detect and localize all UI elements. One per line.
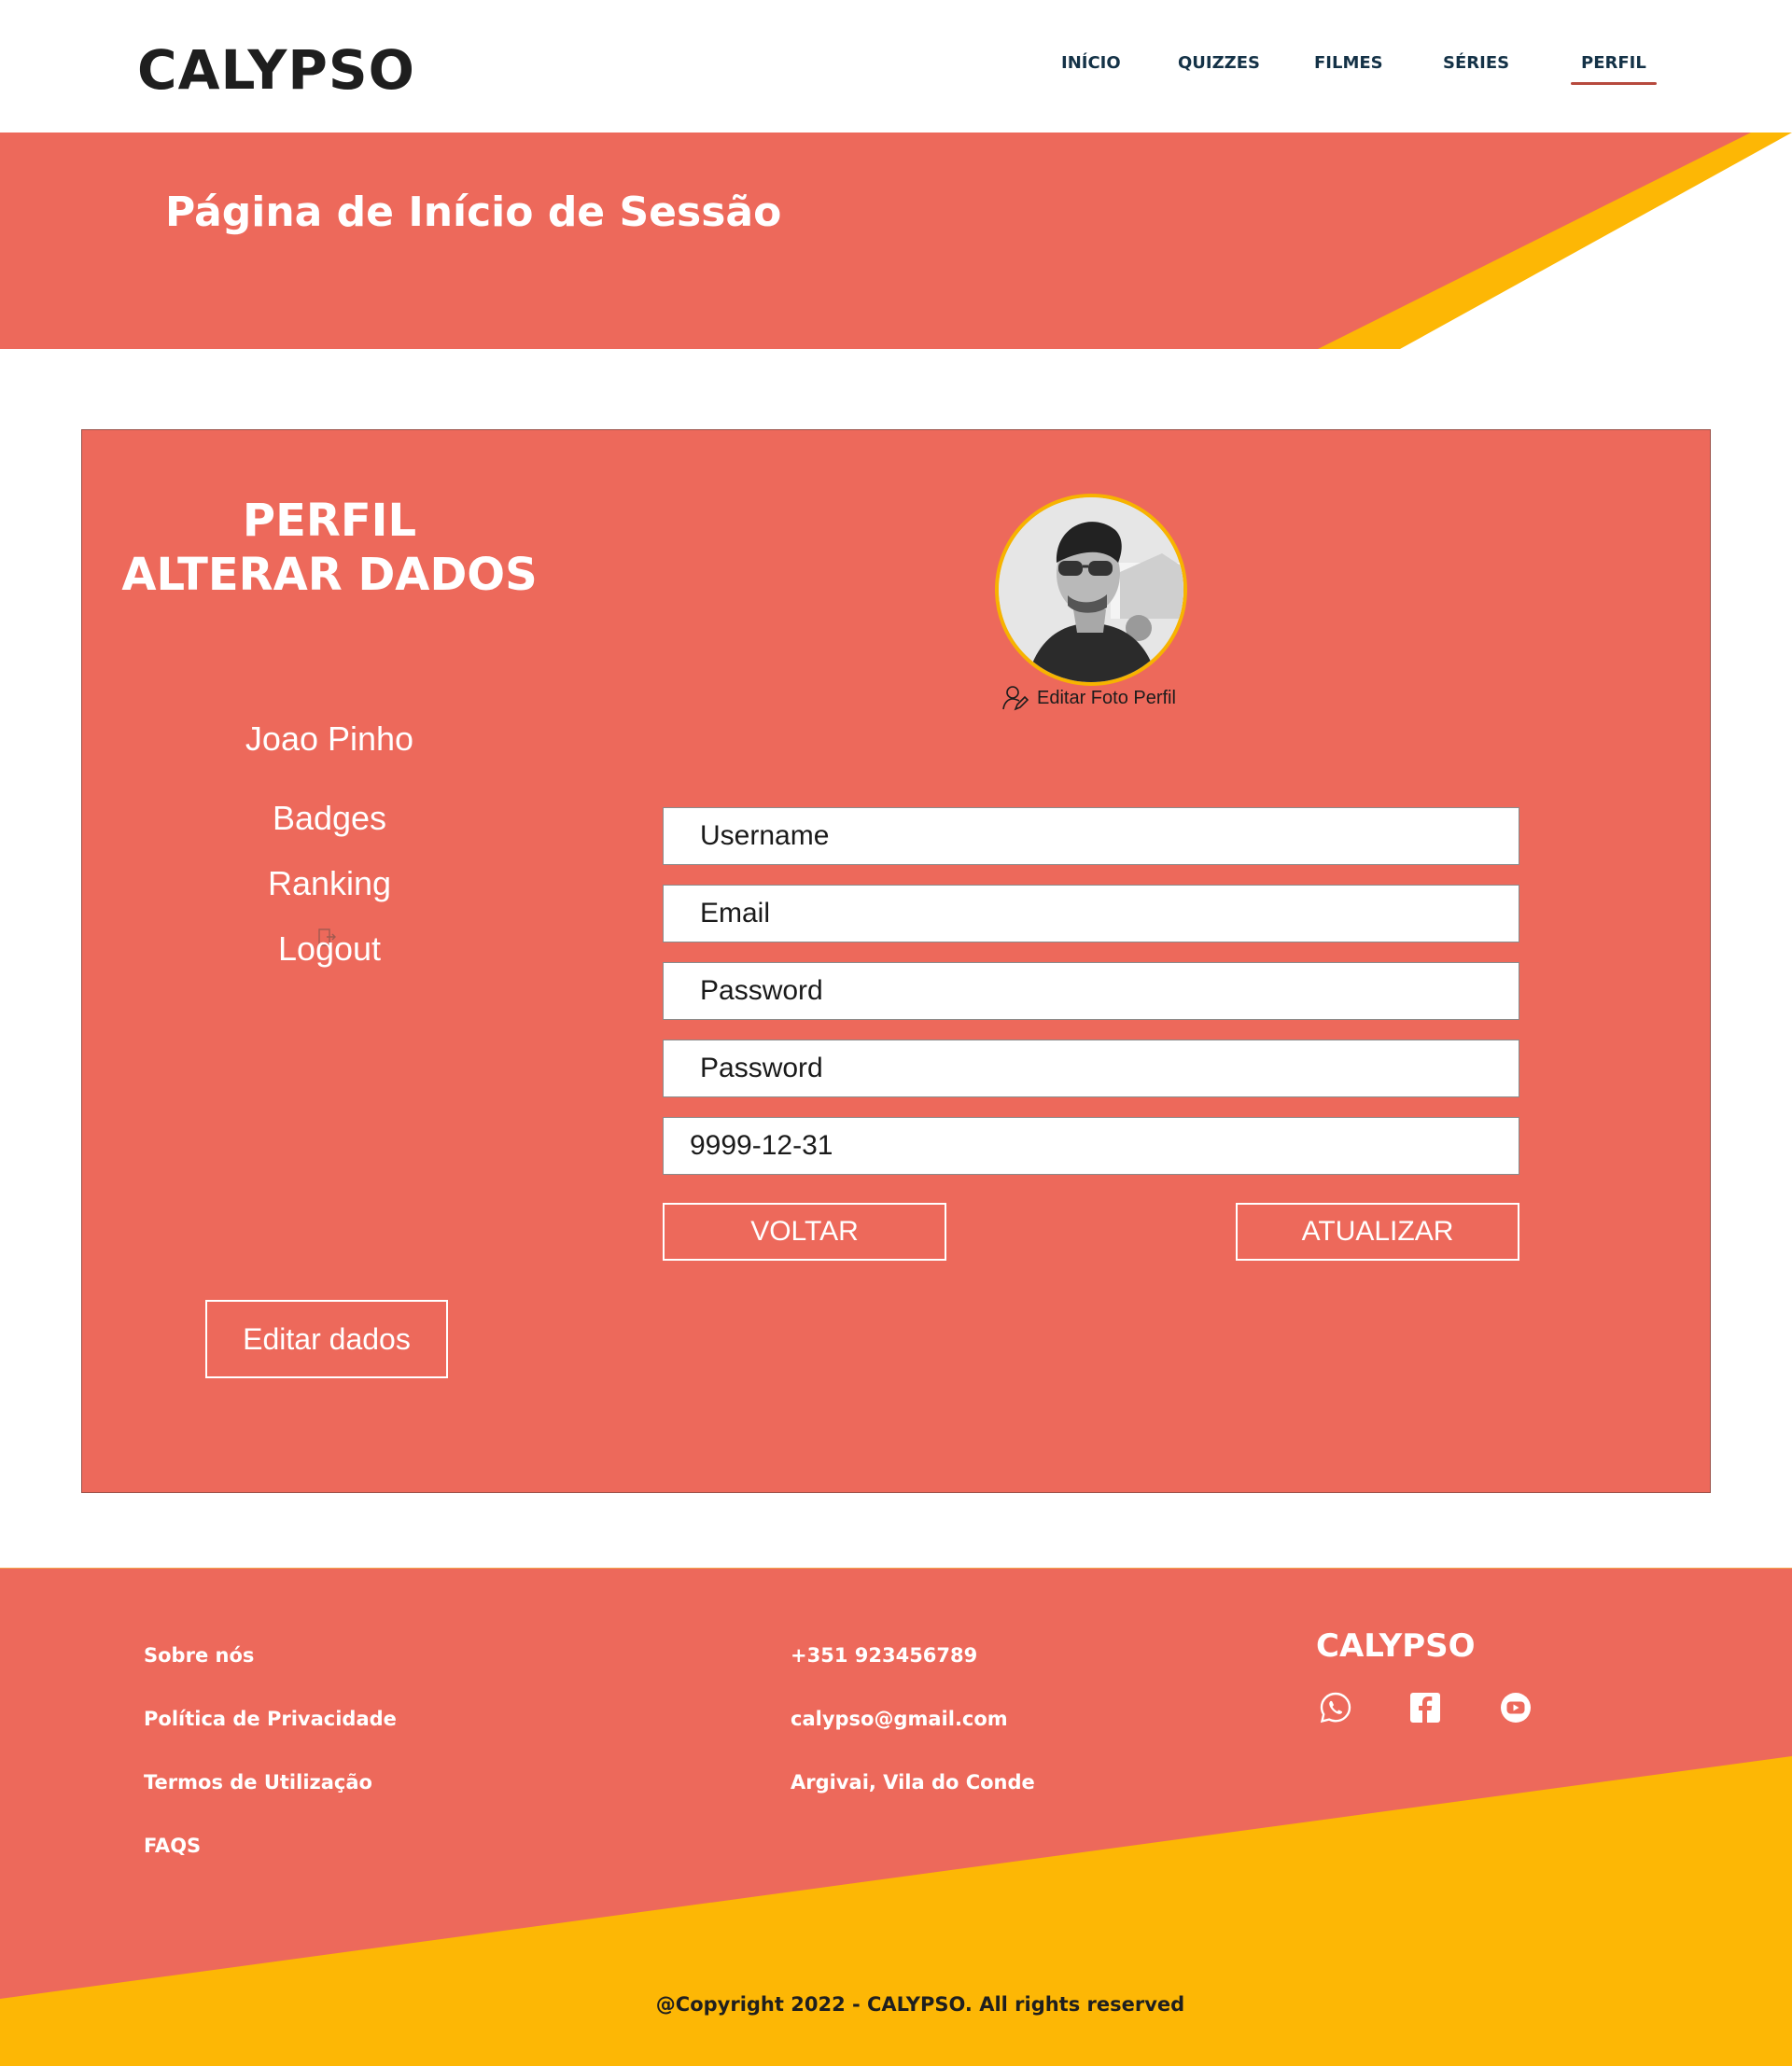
- back-button[interactable]: VOLTAR: [663, 1203, 946, 1261]
- date-field[interactable]: 9999-12-31: [663, 1117, 1519, 1175]
- footer-background: [0, 1568, 1792, 2066]
- profile-card: PERFIL ALTERAR DADOS Joao Pinho Badges R…: [81, 429, 1711, 1493]
- nav-item-filmes[interactable]: FILMES: [1314, 52, 1383, 75]
- footer-email: calypso@gmail.com: [791, 1708, 1008, 1730]
- avatar: [995, 494, 1187, 686]
- edit-user-icon: [1002, 686, 1029, 711]
- facebook-icon[interactable]: [1408, 1691, 1442, 1724]
- footer-link-terms[interactable]: Termos de Utilização: [144, 1771, 372, 1794]
- copyright-text: @Copyright 2022 - CALYPSO. All rights re…: [655, 1993, 1185, 2016]
- edit-photo-label: Editar Foto Perfil: [1037, 687, 1176, 708]
- logout-wrap: Logout: [82, 928, 577, 969]
- email-field[interactable]: Email: [663, 885, 1519, 942]
- footer-phone: +351 923456789: [791, 1644, 978, 1667]
- footer-brand: CALYPSO: [1316, 1627, 1476, 1665]
- whatsapp-icon[interactable]: [1319, 1691, 1352, 1724]
- avatar-photo: [999, 497, 1183, 682]
- username-field[interactable]: Username: [663, 807, 1519, 865]
- profile-heading: PERFIL ALTERAR DADOS: [82, 494, 577, 602]
- nav-item-inicio[interactable]: INÍCIO: [1061, 52, 1121, 75]
- nav-item-perfil[interactable]: PERFIL: [1571, 52, 1657, 85]
- update-button[interactable]: ATUALIZAR: [1236, 1203, 1519, 1261]
- youtube-icon[interactable]: [1499, 1691, 1533, 1724]
- site-header: CALYPSO INÍCIO QUIZZES FILMES SÉRIES PER…: [0, 0, 1792, 133]
- banner-background: [0, 133, 1792, 349]
- sidebar-link-badges[interactable]: Badges: [82, 799, 577, 838]
- main-nav: INÍCIO QUIZZES FILMES SÉRIES PERFIL: [0, 52, 1792, 85]
- profile-heading-line2: ALTERAR DADOS: [121, 549, 538, 601]
- profile-heading-line1: PERFIL: [242, 495, 417, 547]
- edit-photo-button[interactable]: Editar Foto Perfil: [1001, 684, 1176, 712]
- user-name: Joao Pinho: [245, 719, 414, 758]
- password-field[interactable]: Password: [663, 962, 1519, 1020]
- nav-item-series[interactable]: SÉRIES: [1443, 52, 1509, 75]
- footer-link-faqs[interactable]: FAQS: [144, 1835, 201, 1857]
- footer-link-about[interactable]: Sobre nós: [144, 1644, 254, 1667]
- password-confirm-field[interactable]: Password: [663, 1040, 1519, 1097]
- sidebar-link-ranking[interactable]: Ranking: [82, 864, 577, 903]
- edit-data-button[interactable]: Editar dados: [205, 1300, 448, 1378]
- nav-item-quizzes[interactable]: QUIZZES: [1178, 52, 1260, 75]
- footer-address: Argivai, Vila do Conde: [791, 1771, 1035, 1794]
- page-banner: Página de Início de Sessão: [0, 133, 1792, 349]
- sidebar-link-logout[interactable]: Logout: [82, 929, 577, 969]
- page-title: Página de Início de Sessão: [165, 188, 782, 236]
- site-footer: Sobre nós Política de Privacidade Termos…: [0, 1568, 1792, 2066]
- footer-link-privacy[interactable]: Política de Privacidade: [144, 1708, 397, 1730]
